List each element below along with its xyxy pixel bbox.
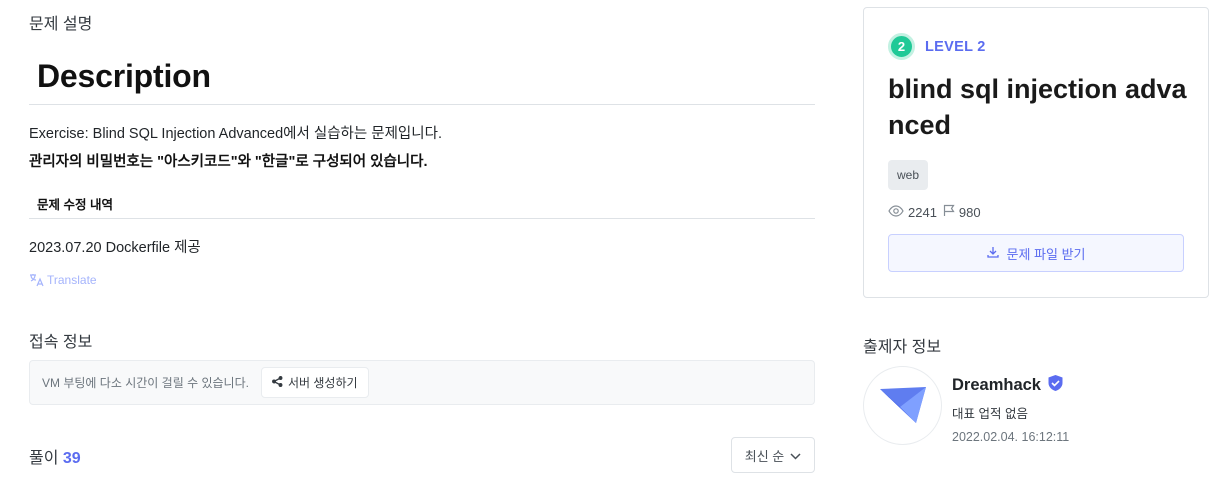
sort-dropdown[interactable]: 최신 순 <box>731 437 815 473</box>
divider <box>29 104 815 105</box>
sort-label: 최신 순 <box>744 448 785 464</box>
translate-icon <box>29 273 45 287</box>
chevron-down-icon <box>790 448 801 463</box>
author-date: 2022.02.04. 16:12:11 <box>952 430 1070 444</box>
connection-box: VM 부팅에 다소 시간이 걸릴 수 있습니다. 서버 생성하기 <box>29 360 815 405</box>
translate-label: Translate <box>47 273 97 287</box>
challenge-title: blind sql injection advanced <box>888 74 1187 140</box>
solve-count: 980 <box>943 204 981 220</box>
description-text: Exercise: Blind SQL Injection Advanced에서… <box>29 126 442 142</box>
divider <box>29 218 815 219</box>
solutions-label: 풀이 <box>29 450 59 467</box>
eye-icon <box>888 204 904 220</box>
challenge-card: 2 LEVEL 2 blind sql injection advanced w… <box>863 7 1209 298</box>
tag-web[interactable]: web <box>888 160 929 190</box>
edit-history-text: 2023.07.20 Dockerfile 제공 <box>29 240 201 256</box>
description-heading: Description <box>37 58 211 94</box>
challenge-stats: 2241 980 <box>888 204 981 220</box>
view-count-value: 2241 <box>908 204 937 220</box>
level-label: LEVEL 2 <box>925 38 986 55</box>
author-achievement: 대표 업적 없음 <box>952 407 1028 421</box>
connection-message: VM 부팅에 다소 시간이 걸릴 수 있습니다. <box>42 376 249 390</box>
verified-badge-icon <box>1047 374 1064 397</box>
view-count: 2241 <box>888 205 937 220</box>
solutions-count: 39 <box>62 450 81 467</box>
share-icon <box>272 375 283 390</box>
edit-history-heading: 문제 수정 내역 <box>37 198 113 212</box>
author-profile[interactable]: Dreamhack 대표 업적 없음 2022.02.04. 16:12:11 <box>863 366 1069 445</box>
description-bold-text: 관리자의 비밀번호는 "아스키코드"와 "한글"로 구성되어 있습니다. <box>29 154 428 170</box>
avatar[interactable] <box>863 366 942 445</box>
author-section-title: 출제자 정보 <box>863 339 942 356</box>
translate-button[interactable]: Translate <box>29 273 97 287</box>
download-icon <box>986 246 999 261</box>
flag-icon <box>943 204 955 220</box>
dreamhack-logo-icon <box>879 386 926 423</box>
download-files-button[interactable]: 문제 파일 받기 <box>888 234 1184 272</box>
create-server-label: 서버 생성하기 <box>287 376 358 390</box>
problem-section-title: 문제 설명 <box>29 16 93 33</box>
solve-count-value: 980 <box>958 204 981 220</box>
create-server-button[interactable]: 서버 생성하기 <box>260 367 369 398</box>
author-name[interactable]: Dreamhack <box>952 374 1069 397</box>
author-info: Dreamhack 대표 업적 없음 2022.02.04. 16:12:11 <box>952 366 1069 445</box>
download-label: 문제 파일 받기 <box>1006 246 1086 262</box>
level-indicator: 2 LEVEL 2 <box>888 33 986 60</box>
author-name-text: Dreamhack <box>952 376 1041 394</box>
solutions-header: 풀이 39 <box>29 444 81 468</box>
connection-section-title: 접속 정보 <box>29 334 93 351</box>
level-badge: 2 <box>888 33 915 60</box>
